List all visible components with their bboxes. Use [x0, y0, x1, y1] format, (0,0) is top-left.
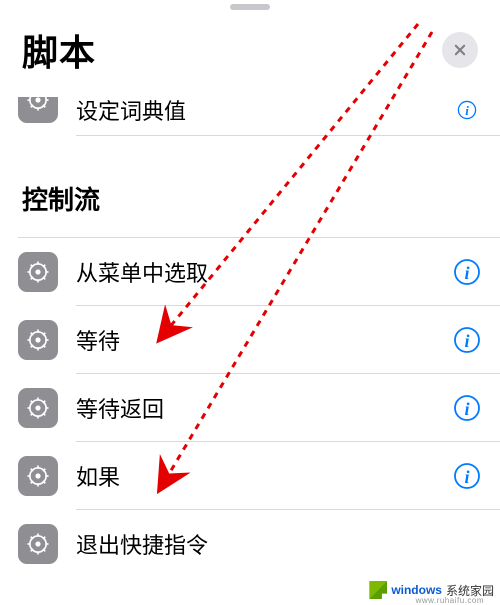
info-icon: i	[453, 394, 481, 422]
info-icon: i	[453, 100, 481, 120]
info-button[interactable]: i	[452, 393, 482, 423]
gear-icon	[18, 456, 58, 496]
close-button[interactable]	[442, 32, 478, 68]
list-item-label: 从菜单中选取	[76, 256, 452, 288]
list-item[interactable]: 如果 i	[0, 442, 500, 510]
svg-text:i: i	[464, 467, 469, 487]
list-item-label: 退出快捷指令	[76, 528, 482, 560]
info-icon: i	[453, 326, 481, 354]
list-item-label: 设定词典值	[76, 94, 452, 126]
watermark-logo-icon	[369, 581, 387, 599]
list-item[interactable]: 等待 i	[0, 306, 500, 374]
info-icon: i	[453, 462, 481, 490]
info-icon: i	[453, 258, 481, 286]
svg-text:i: i	[464, 399, 469, 419]
list-item[interactable]: 等待返回 i	[0, 374, 500, 442]
content: 设定词典值 i 控制流 从菜单中选取 i 等待 i	[0, 92, 500, 578]
close-icon	[453, 43, 467, 57]
list-item[interactable]: 退出快捷指令	[0, 510, 500, 578]
list-item-label: 等待	[76, 324, 452, 356]
gear-icon	[18, 320, 58, 360]
list-item-label: 如果	[76, 460, 452, 492]
section-header: 控制流	[0, 136, 500, 237]
watermark-text: windows	[391, 583, 442, 597]
list-item-label: 等待返回	[76, 392, 452, 424]
svg-text:i: i	[465, 104, 469, 118]
list-item[interactable]: 从菜单中选取 i	[0, 238, 500, 306]
page-title: 脚本	[22, 24, 96, 76]
svg-text:i: i	[464, 263, 469, 283]
list-item[interactable]: 设定词典值 i	[0, 92, 500, 136]
gear-icon	[18, 252, 58, 292]
info-button[interactable]: i	[452, 461, 482, 491]
gear-icon	[18, 97, 58, 123]
info-button[interactable]: i	[452, 325, 482, 355]
gear-icon	[18, 388, 58, 428]
header: 脚本	[0, 10, 500, 92]
watermark: windows 系统家园 www.ruhaifu.com	[369, 581, 494, 599]
info-button[interactable]: i	[452, 257, 482, 287]
svg-text:i: i	[464, 331, 469, 351]
gear-icon	[18, 524, 58, 564]
info-button[interactable]: i	[452, 95, 482, 125]
